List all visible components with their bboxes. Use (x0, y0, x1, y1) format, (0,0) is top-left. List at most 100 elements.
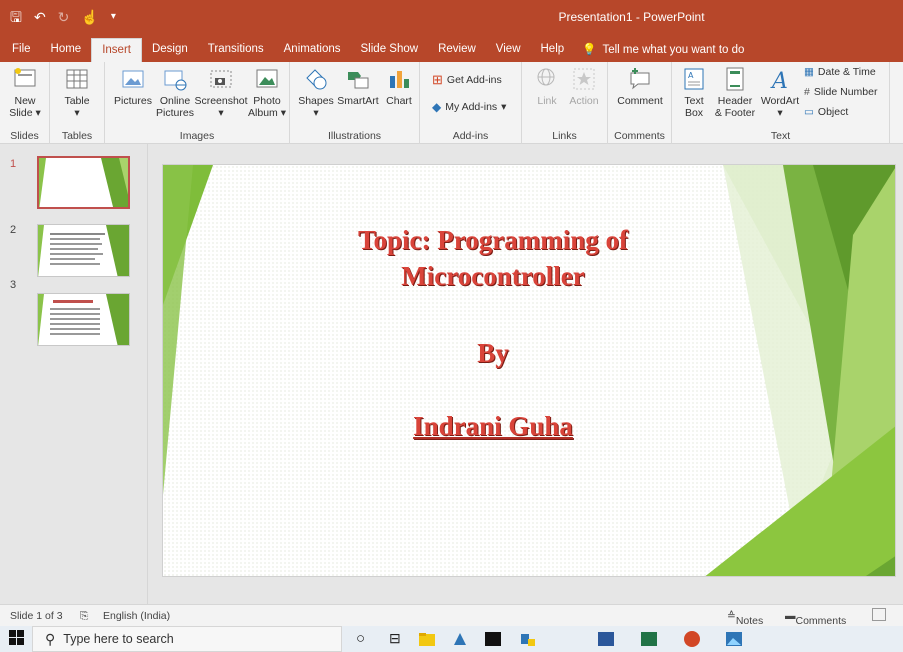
table-button[interactable]: Table ▾ (62, 66, 92, 119)
table-icon (64, 66, 90, 92)
date-time-button[interactable]: ▦ Date & Time (804, 66, 876, 78)
chart-button[interactable]: Chart (384, 66, 414, 107)
lightbulb-icon: 💡 (582, 44, 597, 56)
search-placeholder: Type here to search (63, 632, 174, 646)
tell-me-box[interactable]: 💡 Tell me what you want to do (574, 38, 744, 62)
photo-album-button[interactable]: Photo Album ▾ (247, 66, 287, 119)
get-addins-button[interactable]: ⊞ Get Add-ins (432, 72, 502, 88)
store-icon: ⊞ (432, 72, 443, 87)
group-label-illustrations: Illustrations (327, 130, 382, 142)
comment-button[interactable]: Comment (616, 66, 664, 107)
ribbon-tabs: File Home Insert Design Transitions Anim… (0, 36, 903, 62)
link-icon (534, 66, 560, 92)
calendar-icon: ▦ (804, 66, 814, 78)
slide-thumbnail-pane: 1 2 3 (0, 144, 148, 604)
cortana-icon[interactable]: ○ (356, 630, 374, 648)
object-icon: ▭ (804, 106, 814, 118)
slide-canvas[interactable]: Topic: Programming of Microcontroller By… (162, 164, 896, 577)
group-comments: Comment Comments (608, 62, 672, 144)
app-icon[interactable] (519, 630, 537, 648)
taskbar: ⚲ Type here to search ○ ⊟ (0, 626, 903, 652)
hash-icon: # (804, 86, 810, 98)
photos-icon[interactable] (725, 630, 743, 648)
group-label-comments: Comments (614, 130, 665, 142)
group-label-tables: Tables (61, 130, 93, 142)
tab-help[interactable]: Help (531, 38, 575, 62)
group-text: A Text Box Header & Footer A WordArt ▾ ▦… (672, 62, 890, 144)
tab-review[interactable]: Review (428, 38, 486, 62)
screenshot-button[interactable]: Screenshot ▾ (194, 66, 248, 119)
shapes-icon (303, 66, 329, 92)
online-pictures-icon (162, 66, 188, 92)
my-addins-button[interactable]: ◆ My Add-ins ▾ (432, 100, 506, 114)
tab-view[interactable]: View (486, 38, 531, 62)
addins-icon: ◆ (432, 100, 442, 114)
excel-icon[interactable] (640, 630, 658, 648)
tab-animations[interactable]: Animations (274, 38, 351, 62)
text-box-button[interactable]: A Text Box (680, 66, 708, 119)
header-footer-icon (722, 66, 748, 92)
slide-title-line-2[interactable]: Microcontroller (283, 261, 703, 292)
comment-icon (627, 66, 653, 92)
tab-slide-show[interactable]: Slide Show (351, 38, 429, 62)
task-view-icon[interactable]: ⊟ (389, 630, 407, 648)
tab-design[interactable]: Design (142, 38, 198, 62)
slide-thumbnail-3[interactable] (37, 293, 130, 346)
wordart-button[interactable]: A WordArt ▾ (760, 66, 800, 119)
notes-button[interactable]: ≙ Notes (727, 610, 763, 627)
chart-icon (386, 66, 412, 92)
powerpoint-icon[interactable] (683, 630, 701, 648)
star-icon (571, 66, 597, 92)
word-icon[interactable] (597, 630, 615, 648)
windows-start-icon[interactable] (9, 630, 27, 648)
group-addins: ⊞ Get Add-ins ◆ My Add-ins ▾ Add-ins (420, 62, 522, 144)
pictures-button[interactable]: Pictures (113, 66, 153, 107)
slide-thumbnail-1[interactable] (37, 156, 130, 209)
smartart-button[interactable]: SmartArt (336, 66, 380, 107)
slide-thumbnail-2[interactable] (37, 224, 130, 277)
app-icon[interactable] (451, 630, 469, 648)
normal-view-icon[interactable] (872, 608, 886, 621)
group-images: Pictures Online Pictures Screenshot ▾ Ph… (105, 62, 290, 144)
spellcheck-icon[interactable]: ⎘ (80, 610, 88, 623)
header-footer-button[interactable]: Header & Footer (712, 66, 758, 119)
new-slide-icon (12, 66, 38, 92)
svg-text:A: A (770, 69, 788, 92)
pictures-icon (120, 66, 146, 92)
tell-me-label: Tell me what you want to do (602, 44, 745, 56)
tab-file[interactable]: File (4, 38, 41, 62)
tab-home[interactable]: Home (41, 38, 92, 62)
slide-number-button[interactable]: # Slide Number (804, 86, 877, 98)
ribbon: New Slide ▾ Slides Table ▾ Tables Pictur… (0, 62, 903, 144)
group-links: Link Action Links (522, 62, 608, 144)
action-button[interactable]: Action (566, 66, 602, 107)
slide-counter: Slide 1 of 3 (10, 610, 63, 622)
thumb-number: 2 (10, 224, 17, 236)
wordart-icon: A (767, 66, 793, 94)
tab-transitions[interactable]: Transitions (198, 38, 274, 62)
slide-author-text[interactable]: Indrani Guha (283, 411, 703, 442)
new-slide-button[interactable]: New Slide ▾ (8, 66, 42, 119)
text-box-icon: A (681, 66, 707, 92)
file-explorer-icon[interactable] (418, 630, 436, 648)
search-icon: ⚲ (45, 630, 56, 647)
group-tables: Table ▾ Tables (50, 62, 105, 144)
slide-by-text[interactable]: By (283, 338, 703, 369)
status-bar: Slide 1 of 3 ⎘ English (India) ≙ Notes ▬… (0, 604, 903, 627)
link-button[interactable]: Link (532, 66, 562, 107)
slide-title-line-1[interactable]: Topic: Programming of (283, 225, 703, 256)
group-illustrations: Shapes ▾ SmartArt Chart Illustrations (290, 62, 420, 144)
screenshot-icon (208, 66, 234, 92)
terminal-icon[interactable] (484, 630, 502, 648)
comments-button[interactable]: ▬ Comments (785, 610, 846, 627)
group-label-slides: Slides (10, 130, 39, 142)
object-button[interactable]: ▭ Object (804, 106, 848, 118)
tab-insert[interactable]: Insert (91, 38, 142, 62)
thumb-number: 3 (10, 279, 17, 291)
shapes-button[interactable]: Shapes ▾ (298, 66, 334, 119)
online-pictures-button[interactable]: Online Pictures (155, 66, 195, 119)
taskbar-search-box[interactable]: ⚲ Type here to search (32, 626, 342, 652)
thumb-number: 1 (10, 158, 17, 170)
language-indicator[interactable]: English (India) (103, 610, 170, 622)
group-label-links: Links (552, 130, 577, 142)
